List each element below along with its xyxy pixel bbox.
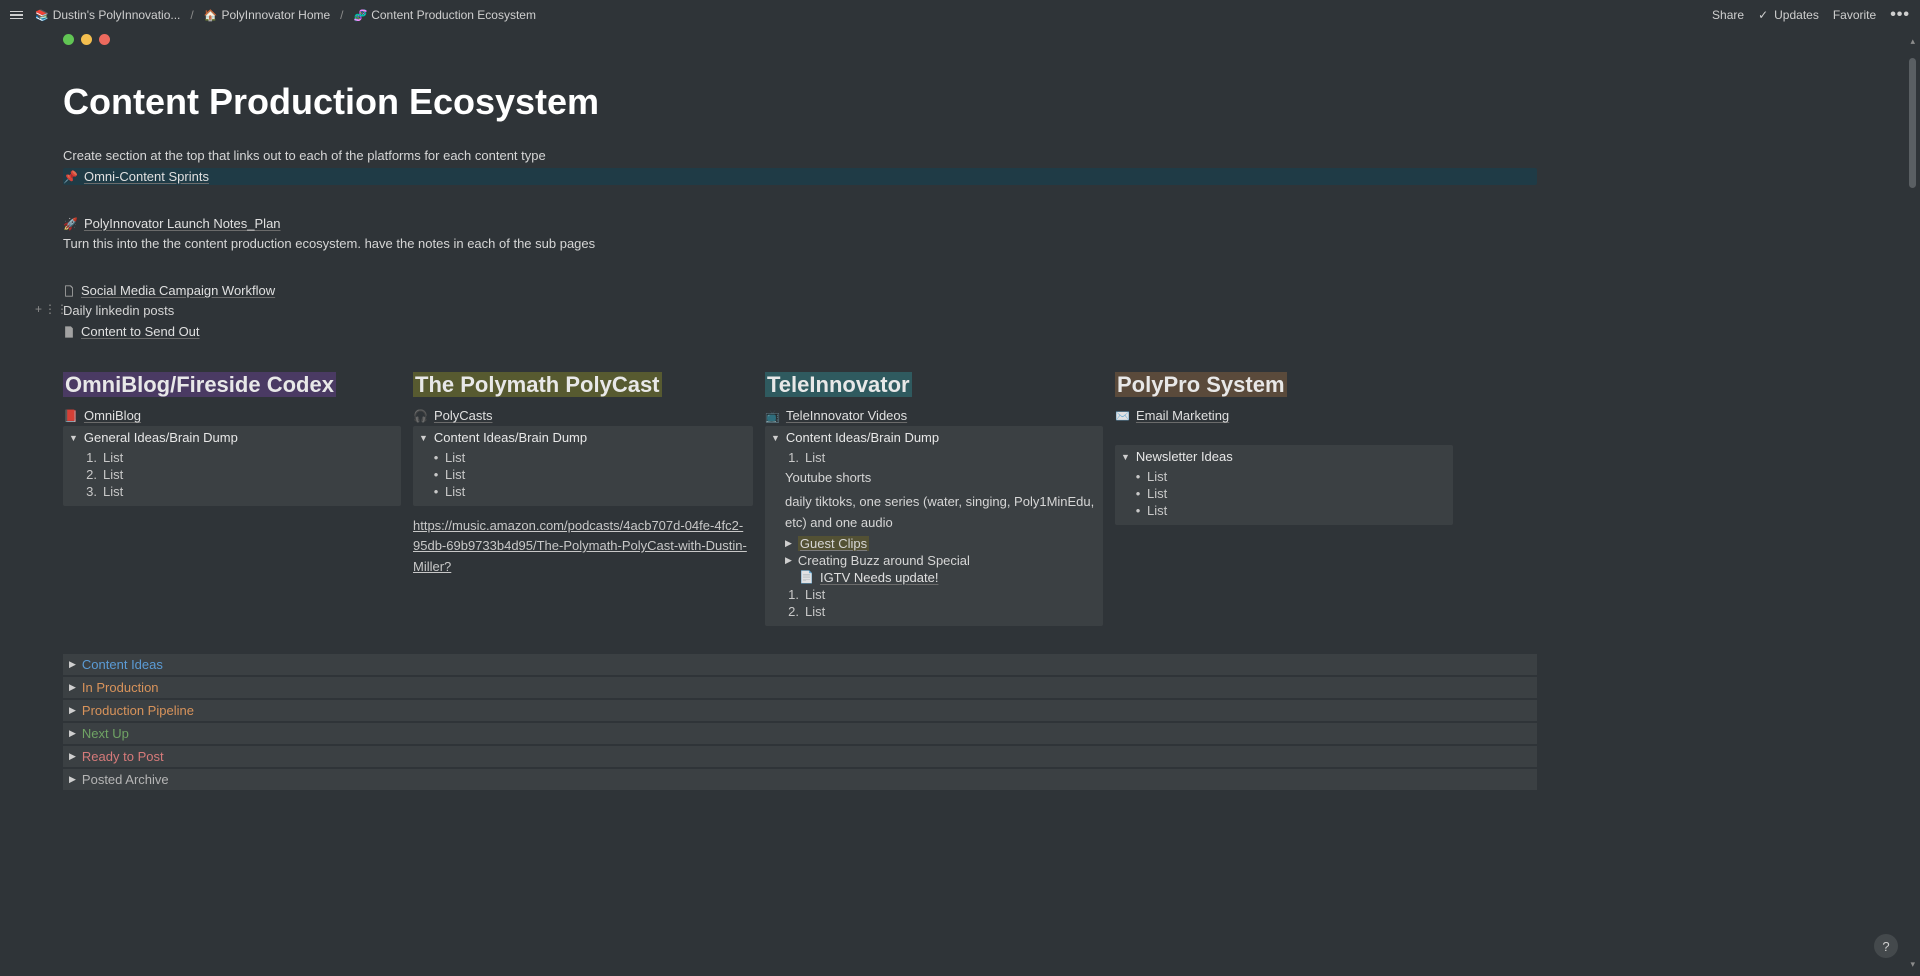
omniblog-page-link[interactable]: 📕 OmniBlog bbox=[63, 407, 401, 424]
content-out-link[interactable]: Content to Send Out bbox=[63, 323, 1537, 340]
toggle-posted-archive[interactable]: ▶Posted Archive bbox=[63, 769, 1537, 790]
rocket-icon: 🚀 bbox=[63, 217, 78, 231]
triangle-right-icon: ▶ bbox=[785, 538, 792, 549]
toggle-content-ideas[interactable]: ▶Content Ideas bbox=[63, 654, 1537, 675]
list-item[interactable]: •List bbox=[1135, 485, 1447, 502]
drag-handle[interactable]: ⋮⋮ bbox=[44, 302, 68, 316]
breadcrumb-item-workspace[interactable]: 📚 Dustin's PolyInnovatio... bbox=[31, 6, 184, 24]
daily-tiktoks-text: daily tiktoks, one series (water, singin… bbox=[785, 490, 1097, 534]
list-item[interactable]: 1.List bbox=[785, 449, 1097, 466]
list-item[interactable]: •List bbox=[433, 449, 747, 466]
triangle-right-icon: ▶ bbox=[69, 728, 76, 739]
updates-button[interactable]: ✓Updates bbox=[1758, 8, 1819, 22]
launch-notes-link[interactable]: 🚀 PolyInnovator Launch Notes_Plan bbox=[63, 215, 1537, 232]
sidebar-toggle[interactable] bbox=[10, 11, 23, 20]
triangle-down-icon: ▼ bbox=[419, 433, 428, 443]
list-item[interactable]: •List bbox=[1135, 468, 1447, 485]
toggle-production-pipeline[interactable]: ▶Production Pipeline bbox=[63, 700, 1537, 721]
triangle-right-icon: ▶ bbox=[785, 555, 792, 566]
polycast-heading: The Polymath PolyCast bbox=[413, 372, 662, 398]
breadcrumb-label: Content Production Ecosystem bbox=[371, 8, 536, 22]
omniblog-heading: OmniBlog/Fireside Codex bbox=[63, 372, 336, 398]
page-title: Content Production Ecosystem bbox=[63, 81, 1537, 123]
breadcrumb-sep: / bbox=[190, 8, 193, 22]
guest-clips-toggle[interactable]: ▶ Guest Clips bbox=[785, 535, 1097, 552]
triangle-right-icon: ▶ bbox=[69, 682, 76, 693]
teleinnovator-page-link[interactable]: 📺 TeleInnovator Videos bbox=[765, 407, 1103, 424]
list-item[interactable]: •List bbox=[433, 483, 747, 500]
polypro-heading: PolyPro System bbox=[1115, 372, 1287, 398]
email-marketing-link[interactable]: ✉️ Email Marketing bbox=[1115, 407, 1453, 424]
creating-buzz-toggle[interactable]: ▶ Creating Buzz around Special bbox=[785, 552, 1097, 569]
omni-sprints-link[interactable]: 📌 Omni-Content Sprints bbox=[63, 168, 1537, 185]
red-book-icon: 📕 bbox=[63, 409, 78, 423]
linkedin-text[interactable]: Daily linkedin posts bbox=[63, 300, 1537, 322]
list-item[interactable]: •List bbox=[433, 466, 747, 483]
list-item[interactable]: 2.List bbox=[785, 603, 1097, 620]
window-traffic-lights bbox=[63, 34, 1920, 45]
scroll-down-icon[interactable]: ▾ bbox=[1910, 959, 1915, 970]
triangle-down-icon: ▼ bbox=[1121, 452, 1130, 462]
document-icon bbox=[63, 326, 75, 338]
teleinnovator-heading: TeleInnovator bbox=[765, 372, 912, 398]
triangle-down-icon: ▼ bbox=[69, 433, 78, 443]
triangle-down-icon: ▼ bbox=[771, 433, 780, 443]
intro-text: Create section at the top that links out… bbox=[63, 145, 1537, 167]
newsletter-toggle[interactable]: ▼ Newsletter Ideas •List•List•List bbox=[1115, 445, 1453, 525]
traffic-light-yellow bbox=[81, 34, 92, 45]
page-icon: 📄 bbox=[799, 570, 814, 584]
headphones-icon: 🎧 bbox=[413, 409, 428, 423]
favorite-button[interactable]: Favorite bbox=[1833, 8, 1876, 22]
pin-icon: 📌 bbox=[63, 170, 78, 184]
triangle-right-icon: ▶ bbox=[69, 659, 76, 670]
envelope-icon: ✉️ bbox=[1115, 409, 1130, 423]
scroll-up-icon[interactable]: ▴ bbox=[1910, 36, 1915, 47]
scrollbar-thumb[interactable] bbox=[1909, 58, 1916, 188]
dna-icon: 🧬 bbox=[354, 9, 368, 22]
tele-toggle[interactable]: ▼ Content Ideas/Brain Dump 1.List Youtub… bbox=[765, 426, 1103, 625]
triangle-right-icon: ▶ bbox=[69, 705, 76, 716]
breadcrumb-sep: / bbox=[340, 8, 343, 22]
igtv-page-link[interactable]: 📄 IGTV Needs update! bbox=[799, 570, 1097, 585]
check-icon: ✓ bbox=[1758, 8, 1768, 22]
omniblog-toggle[interactable]: ▼ General Ideas/Brain Dump 1.List2.List3… bbox=[63, 426, 401, 506]
tv-icon: 📺 bbox=[765, 409, 780, 423]
polycasts-page-link[interactable]: 🎧 PolyCasts bbox=[413, 407, 753, 424]
more-menu-button[interactable]: ••• bbox=[1890, 6, 1910, 24]
polycast-toggle[interactable]: ▼ Content Ideas/Brain Dump •List•List•Li… bbox=[413, 426, 753, 506]
traffic-light-red bbox=[99, 34, 110, 45]
triangle-right-icon: ▶ bbox=[69, 774, 76, 785]
breadcrumb-label: PolyInnovator Home bbox=[221, 8, 330, 22]
list-item[interactable]: 1.List bbox=[83, 449, 395, 466]
list-item[interactable]: 1.List bbox=[785, 586, 1097, 603]
traffic-light-green bbox=[63, 34, 74, 45]
toggle-ready-to-post[interactable]: ▶Ready to Post bbox=[63, 746, 1537, 767]
list-item[interactable]: 2.List bbox=[83, 466, 395, 483]
social-workflow-link[interactable]: Social Media Campaign Workflow bbox=[63, 282, 1537, 299]
house-icon: 🏠 bbox=[204, 9, 218, 22]
breadcrumb-item-current[interactable]: 🧬 Content Production Ecosystem bbox=[350, 6, 540, 24]
breadcrumb-item-home[interactable]: 🏠 PolyInnovator Home bbox=[200, 6, 334, 24]
list-item[interactable]: •List bbox=[1135, 502, 1447, 519]
share-button[interactable]: Share bbox=[1712, 8, 1744, 22]
toggle-in-production[interactable]: ▶In Production bbox=[63, 677, 1537, 698]
amazon-music-link[interactable]: https://music.amazon.com/podcasts/4acb70… bbox=[413, 516, 753, 576]
book-icon: 📚 bbox=[35, 9, 49, 22]
triangle-right-icon: ▶ bbox=[69, 751, 76, 762]
turn-note-text: Turn this into the the content productio… bbox=[63, 233, 1537, 255]
toggle-next-up[interactable]: ▶Next Up bbox=[63, 723, 1537, 744]
document-icon bbox=[63, 285, 75, 297]
help-button[interactable]: ? bbox=[1874, 934, 1898, 958]
breadcrumb-label: Dustin's PolyInnovatio... bbox=[53, 8, 181, 22]
add-block-button[interactable]: + bbox=[35, 302, 42, 316]
youtube-shorts-text: Youtube shorts bbox=[785, 466, 1097, 490]
list-item[interactable]: 3.List bbox=[83, 483, 395, 500]
